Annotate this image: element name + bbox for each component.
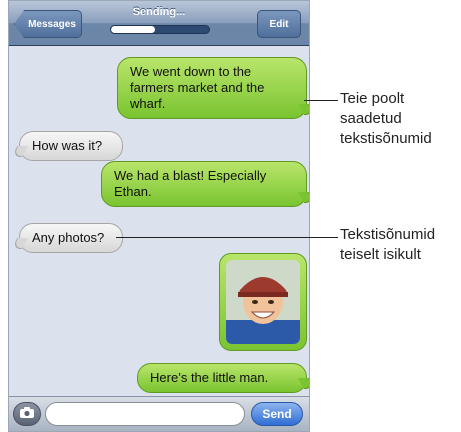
camera-button[interactable] (13, 402, 41, 426)
child-photo (226, 260, 300, 344)
camera-icon (20, 405, 34, 423)
sent-message-bubble[interactable]: We went down to the farmers market and t… (117, 57, 307, 119)
sent-message-bubble[interactable]: We had a blast! Especially Ethan. (101, 161, 307, 207)
sent-callout-line (304, 100, 338, 101)
progress-fill (111, 26, 156, 33)
edit-button[interactable]: Edit (257, 10, 301, 38)
send-button[interactable]: Send (251, 402, 303, 426)
received-message-bubble[interactable]: How was it? (19, 131, 123, 161)
nav-title: Sending... (132, 6, 186, 18)
sending-progress-bar (110, 25, 210, 34)
compose-toolbar: Send (9, 396, 309, 431)
sent-callout-label: Teie poolt saadetud tekstisõnumid (340, 90, 432, 147)
sent-message-bubble[interactable]: Here’s the little man. (137, 363, 307, 393)
photo-message-bubble[interactable] (219, 253, 307, 351)
message-input[interactable] (45, 402, 245, 426)
back-button[interactable]: Messages (14, 10, 82, 38)
navigation-bar: Messages Sending... Edit (9, 1, 309, 46)
received-message-bubble[interactable]: Any photos? (19, 223, 123, 253)
received-callout-label: Tekstisõnumid teiselt isikult (340, 226, 436, 263)
received-callout-line (116, 237, 338, 238)
messages-screen: Messages Sending... Edit We went down to… (8, 0, 310, 432)
